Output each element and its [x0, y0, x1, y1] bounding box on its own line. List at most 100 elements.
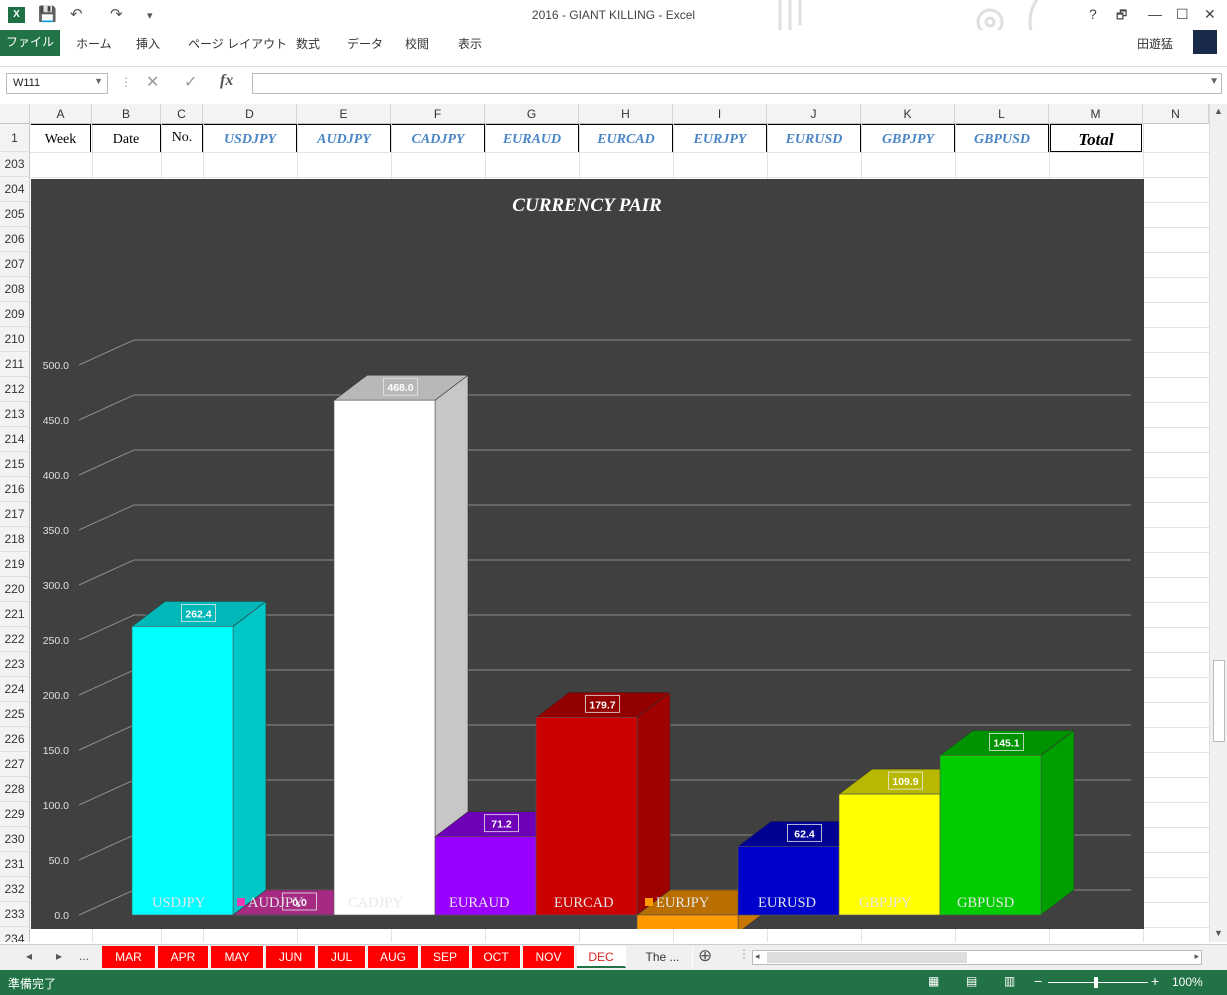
row-header[interactable]: 230 [0, 827, 30, 852]
chevron-down-icon[interactable]: ▼ [94, 76, 103, 86]
header-pair-gbpusd[interactable]: GBPUSD [956, 124, 1049, 152]
tab-home[interactable]: ホーム [76, 35, 112, 52]
insert-function-icon[interactable]: fx [220, 72, 233, 90]
sheet-tab-the[interactable]: The ... [633, 946, 693, 968]
worksheet-grid[interactable]: ABCDEFGHIJKLMN 1 203 204 205 206 207 208 209 210… [0, 104, 1209, 942]
column-header-l[interactable]: L [955, 104, 1049, 124]
row-header[interactable]: 229 [0, 802, 30, 827]
row-header[interactable]: 233 [0, 902, 30, 927]
tab-insert[interactable]: 挿入 [136, 35, 160, 52]
header-pair-eurusd[interactable]: EURUSD [768, 124, 861, 152]
formula-input[interactable]: ▼ [252, 73, 1222, 94]
expand-formula-icon[interactable]: ▼ [1209, 76, 1219, 87]
row-header[interactable]: 206 [0, 227, 30, 252]
row-header[interactable]: 203 [0, 152, 30, 177]
tab-data[interactable]: データ [347, 35, 383, 52]
sheet-tab-sep[interactable]: SEP [421, 946, 470, 968]
vertical-scrollbar[interactable]: ▲ ▼ [1209, 104, 1227, 942]
row-header[interactable]: 224 [0, 677, 30, 702]
sheet-tab-jun[interactable]: JUN [266, 946, 316, 968]
page-break-view-icon[interactable]: ▥ [1004, 974, 1015, 988]
row-header[interactable]: 231 [0, 852, 30, 877]
row-header[interactable]: 205 [0, 202, 30, 227]
sheet-tab-mar[interactable]: MAR [102, 946, 156, 968]
row-header[interactable]: 210 [0, 327, 30, 352]
row-header[interactable]: 215 [0, 452, 30, 477]
row-header[interactable]: 222 [0, 627, 30, 652]
scroll-up-icon[interactable]: ▲ [1214, 106, 1223, 116]
zoom-slider[interactable] [1048, 982, 1148, 983]
sheet-tab-nov[interactable]: NOV [523, 946, 575, 968]
column-header-f[interactable]: F [391, 104, 485, 124]
row-header[interactable]: 223 [0, 652, 30, 677]
sheet-tab-jul[interactable]: JUL [318, 946, 366, 968]
user-name[interactable]: 田遊猛 [1137, 35, 1173, 52]
sheet-tab-may[interactable]: MAY [211, 946, 264, 968]
row-header[interactable]: 208 [0, 277, 30, 302]
column-header-k[interactable]: K [861, 104, 955, 124]
tabs-more-left[interactable]: ... [79, 949, 89, 963]
row-header[interactable]: 228 [0, 777, 30, 802]
zoom-level[interactable]: 100% [1172, 975, 1203, 989]
column-header-m[interactable]: M [1049, 104, 1143, 124]
row-header[interactable]: 1 [0, 124, 30, 152]
header-total[interactable]: Total [1050, 124, 1142, 152]
column-header-g[interactable]: G [485, 104, 579, 124]
zoom-in-button[interactable]: + [1151, 973, 1159, 989]
scroll-right-icon[interactable]: ▸ [1194, 951, 1199, 962]
name-box[interactable]: W111 ▼ [6, 73, 108, 94]
header-pair-euraud[interactable]: EURAUD [486, 124, 579, 152]
scroll-down-icon[interactable]: ▼ [1214, 928, 1223, 938]
header-date[interactable]: Date [92, 124, 161, 152]
column-header-b[interactable]: B [92, 104, 161, 124]
row-header[interactable]: 225 [0, 702, 30, 727]
ribbon-display-button[interactable]: 🗗 [1116, 6, 1127, 27]
close-button[interactable]: ✕ [1204, 6, 1216, 23]
row-header[interactable]: 227 [0, 752, 30, 777]
header-pair-audjpy[interactable]: AUDJPY [298, 124, 391, 152]
horizontal-scroll-thumb[interactable] [767, 952, 967, 963]
tab-scroll-left-icon[interactable]: ◂ [26, 949, 32, 963]
avatar[interactable] [1193, 30, 1217, 54]
row-header[interactable]: 211 [0, 352, 30, 377]
maximize-button[interactable]: ☐ [1176, 6, 1189, 23]
vertical-scroll-thumb[interactable] [1213, 660, 1225, 742]
row-header[interactable]: 213 [0, 402, 30, 427]
header-week[interactable]: Week [31, 124, 91, 152]
header-pair-eurcad[interactable]: EURCAD [580, 124, 673, 152]
column-header-c[interactable]: C [161, 104, 203, 124]
tab-file[interactable]: ファイル [0, 30, 60, 56]
minimize-button[interactable]: — [1148, 6, 1162, 22]
header-pair-cadjpy[interactable]: CADJPY [392, 124, 485, 152]
scroll-left-icon[interactable]: ◂ [755, 951, 760, 962]
row-header[interactable]: 209 [0, 302, 30, 327]
currency-pair-chart[interactable]: CURRENCY PAIR-50.00.050.0100.0150.0200.0… [31, 179, 1144, 942]
header-no[interactable]: No. [162, 124, 203, 152]
row-header[interactable]: 217 [0, 502, 30, 527]
row-header[interactable]: 219 [0, 552, 30, 577]
tab-view[interactable]: 表示 [458, 35, 482, 52]
column-header-j[interactable]: J [767, 104, 861, 124]
row-header[interactable]: 204 [0, 177, 30, 202]
row-header[interactable]: 212 [0, 377, 30, 402]
tab-split-grip-icon[interactable]: ⋮ [738, 947, 750, 961]
zoom-slider-knob[interactable] [1094, 977, 1098, 988]
row-header[interactable]: 234 [0, 927, 30, 942]
cancel-icon[interactable]: ✕ [146, 72, 159, 92]
add-sheet-icon[interactable]: ⊕ [698, 946, 712, 966]
zoom-out-button[interactable]: − [1034, 973, 1042, 989]
tab-scroll-right-icon[interactable]: ▸ [56, 949, 62, 963]
row-header[interactable]: 218 [0, 527, 30, 552]
header-pair-eurjpy[interactable]: EURJPY [674, 124, 767, 152]
row-header[interactable]: 207 [0, 252, 30, 277]
column-header-a[interactable]: A [30, 104, 92, 124]
header-pair-usdjpy[interactable]: USDJPY [204, 124, 297, 152]
row-header[interactable]: 216 [0, 477, 30, 502]
row-header[interactable]: 232 [0, 877, 30, 902]
column-header-d[interactable]: D [203, 104, 297, 124]
page-layout-view-icon[interactable]: ▤ [966, 974, 977, 988]
sheet-tab-oct[interactable]: OCT [472, 946, 521, 968]
row-header[interactable]: 220 [0, 577, 30, 602]
sheet-tab-apr[interactable]: APR [158, 946, 209, 968]
header-pair-gbpjpy[interactable]: GBPJPY [862, 124, 955, 152]
